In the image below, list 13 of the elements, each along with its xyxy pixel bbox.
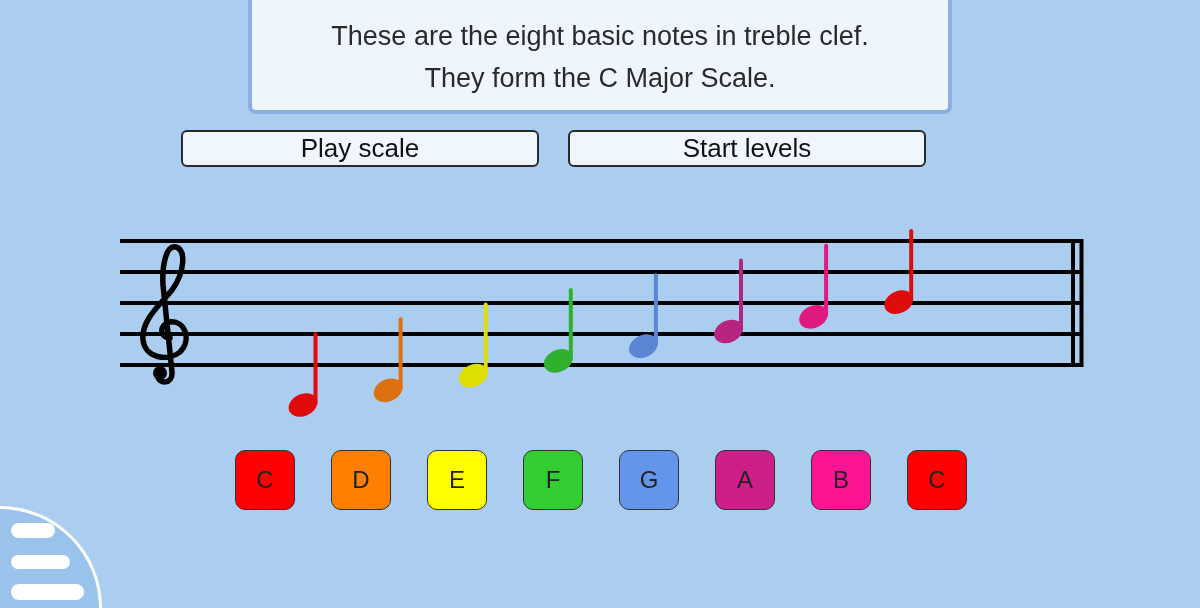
note-button[interactable]: C (907, 450, 967, 510)
info-text: These are the eight basic notes in treble clef. (331, 20, 869, 53)
note-button[interactable]: B (811, 450, 871, 510)
note-button[interactable]: E (427, 450, 487, 510)
action-button[interactable]: Start levels (568, 130, 926, 167)
note-button[interactable]: F (523, 450, 583, 510)
note-button[interactable]: C (235, 450, 295, 510)
action-button[interactable]: Play scale (181, 130, 539, 167)
note-button[interactable]: D (331, 450, 391, 510)
menu-icon (11, 523, 84, 600)
note-button[interactable]: G (619, 450, 679, 510)
treble-clef-icon (140, 244, 189, 385)
info-text: They form the C Major Scale. (424, 62, 776, 95)
